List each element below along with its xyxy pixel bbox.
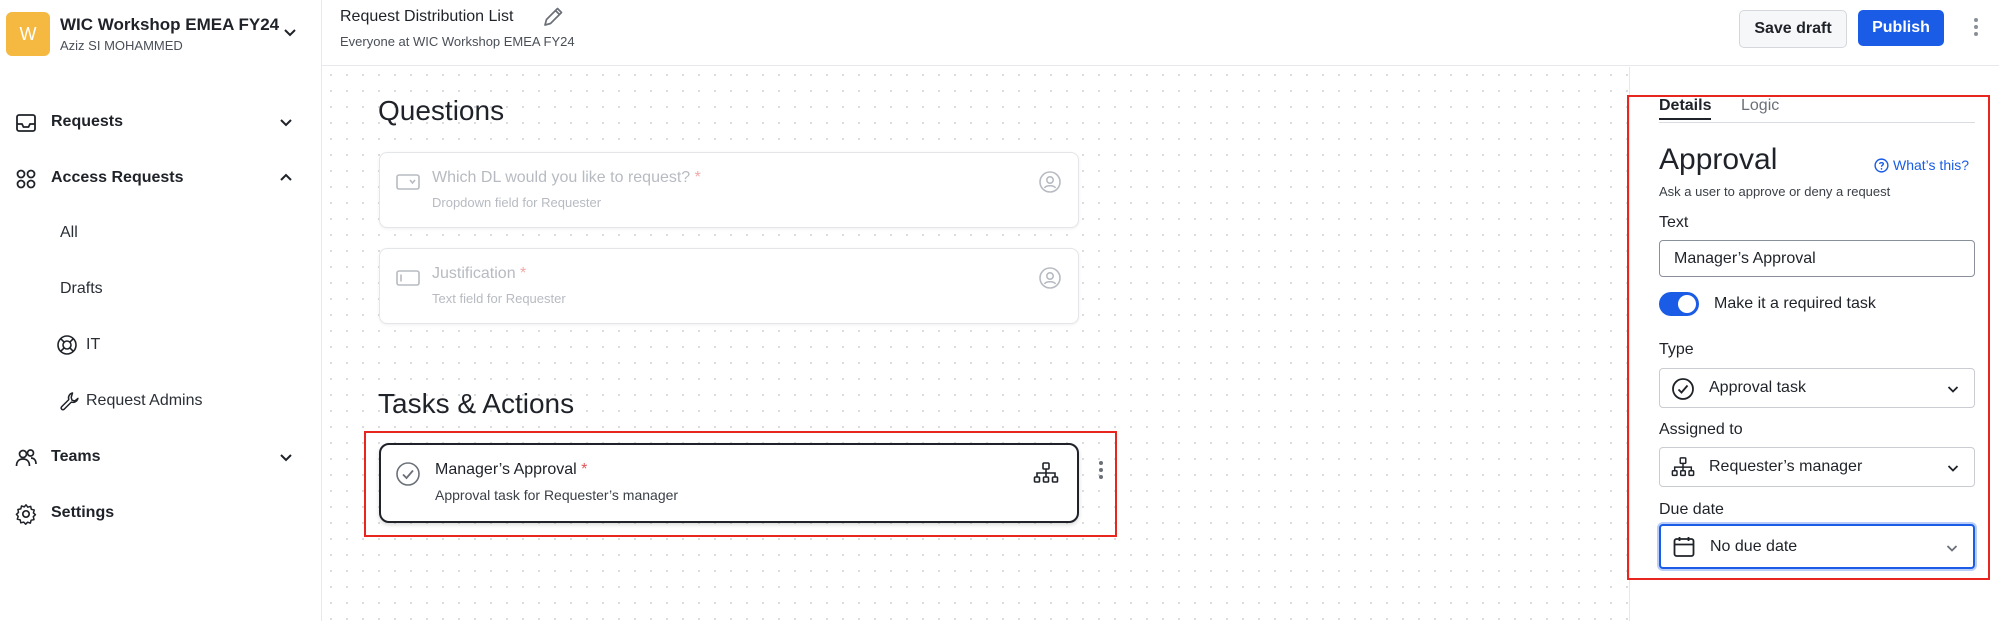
task-title-text: Manager’s Approval	[435, 461, 577, 478]
required-task-label: Make it a required task	[1714, 295, 1876, 312]
sidebar-item-teams[interactable]: Teams	[0, 437, 322, 477]
panel-description: Ask a user to approve or deny a request	[1659, 184, 1891, 199]
task-more-options-icon[interactable]	[1097, 459, 1105, 481]
question-title: Which DL would you like to request? *	[432, 169, 701, 187]
question-subtitle: Text field for Requester	[432, 291, 566, 306]
workspace-text: WIC Workshop EMEA FY24 Aziz SI MOHAMMED	[60, 15, 279, 53]
chevron-down-icon	[1947, 386, 1959, 393]
sidebar-sub-it[interactable]: IT	[86, 336, 100, 354]
app-root: W WIC Workshop EMEA FY24 Aziz SI MOHAMME…	[0, 0, 1999, 621]
required-asterisk: *	[520, 265, 527, 282]
chevron-down-icon[interactable]	[282, 24, 298, 40]
type-select[interactable]: Approval task	[1659, 368, 1975, 408]
chevron-down-icon[interactable]	[278, 449, 294, 465]
sidebar-item-settings[interactable]: Settings	[0, 493, 322, 533]
gear-icon	[15, 504, 37, 525]
workspace-switcher[interactable]: W WIC Workshop EMEA FY24 Aziz SI MOHAMME…	[6, 8, 306, 60]
type-label: Type	[1659, 341, 1694, 358]
chevron-down-icon	[1947, 465, 1959, 472]
due-date-select[interactable]: No due date	[1659, 524, 1975, 569]
publish-button[interactable]: Publish	[1858, 10, 1944, 46]
required-asterisk: *	[694, 169, 701, 186]
due-date-label: Due date	[1659, 501, 1724, 518]
sidebar: W WIC Workshop EMEA FY24 Aziz SI MOHAMME…	[0, 0, 322, 621]
assigned-to-select[interactable]: Requester’s manager	[1659, 447, 1975, 487]
panel-tabs: Details Logic	[1659, 97, 1975, 123]
questions-heading: Questions	[378, 95, 505, 126]
page-title: Request Distribution List	[340, 8, 514, 25]
text-field-icon	[396, 270, 420, 286]
check-circle-icon	[1672, 378, 1694, 400]
properties-panel: Details Logic Approval What’s this? Ask …	[1629, 67, 1999, 621]
check-circle-icon	[396, 462, 420, 486]
lifebuoy-icon	[57, 335, 77, 355]
sidebar-item-requests[interactable]: Requests	[0, 102, 322, 142]
question-title-text: Justification	[432, 265, 516, 282]
sidebar-item-access-requests[interactable]: Access Requests	[0, 158, 322, 198]
task-text-input[interactable]	[1659, 240, 1975, 277]
more-options-icon[interactable]	[1972, 16, 1980, 38]
top-bar: Request Distribution List Everyone at WI…	[322, 0, 1999, 66]
org-chart-icon	[1033, 462, 1059, 483]
chevron-up-icon[interactable]	[278, 170, 294, 186]
workspace-avatar: W	[6, 12, 50, 56]
workspace-user: Aziz SI MOHAMMED	[60, 38, 183, 53]
task-title: Manager’s Approval *	[435, 461, 587, 479]
sidebar-sub-all[interactable]: All	[60, 224, 78, 242]
panel-title: Approval	[1659, 143, 1778, 176]
required-asterisk: *	[581, 461, 588, 478]
form-canvas: Questions Which DL would you like to req…	[323, 67, 1629, 621]
inbox-icon	[16, 114, 36, 132]
save-draft-button[interactable]: Save draft	[1739, 10, 1847, 48]
required-task-toggle[interactable]	[1659, 292, 1699, 316]
sidebar-item-label: Access Requests	[51, 169, 184, 186]
wrench-icon	[60, 392, 79, 411]
whats-this-label: What’s this?	[1893, 157, 1969, 173]
sidebar-item-label: Requests	[51, 113, 124, 130]
requester-avatar-icon	[1039, 267, 1061, 289]
dropdown-field-icon	[396, 174, 420, 190]
question-card-dl[interactable]: Which DL would you like to request? * Dr…	[379, 152, 1079, 228]
assigned-to-label: Assigned to	[1659, 421, 1743, 438]
question-card-justification[interactable]: Justification * Text field for Requester	[379, 248, 1079, 324]
toggle-knob	[1678, 295, 1696, 313]
sidebar-sub-drafts[interactable]: Drafts	[60, 280, 103, 298]
apps-grid-icon	[16, 169, 36, 189]
question-subtitle: Dropdown field for Requester	[432, 195, 602, 210]
workspace-name: WIC Workshop EMEA FY24	[60, 15, 280, 34]
tasks-heading: Tasks & Actions	[378, 388, 575, 419]
calendar-icon	[1673, 537, 1695, 557]
due-date-value: No due date	[1710, 537, 1798, 555]
requester-avatar-icon	[1039, 171, 1061, 193]
task-card-managers-approval[interactable]: Manager’s Approval * Approval task for R…	[379, 443, 1079, 523]
question-title-text: Which DL would you like to request?	[432, 169, 691, 186]
chevron-down-icon	[1946, 545, 1958, 552]
question-title: Justification *	[432, 265, 526, 283]
whats-this-link[interactable]: What’s this?	[1874, 157, 1969, 173]
pencil-icon[interactable]	[540, 4, 566, 30]
org-chart-icon	[1671, 457, 1695, 477]
sidebar-sub-request-admins[interactable]: Request Admins	[86, 392, 203, 410]
type-value: Approval task	[1709, 379, 1806, 396]
task-subtitle: Approval task for Requester’s manager	[435, 487, 679, 503]
sidebar-item-label: Teams	[51, 448, 101, 465]
tab-details[interactable]: Details	[1659, 97, 1712, 120]
text-field-label: Text	[1659, 214, 1689, 231]
help-circle-icon	[1874, 157, 1889, 173]
people-icon	[15, 449, 37, 467]
sidebar-item-label: Settings	[51, 504, 115, 521]
page-subtitle: Everyone at WIC Workshop EMEA FY24	[340, 34, 575, 49]
tab-logic[interactable]: Logic	[1741, 97, 1779, 115]
chevron-down-icon[interactable]	[278, 114, 294, 130]
assigned-to-value: Requester’s manager	[1709, 458, 1863, 475]
